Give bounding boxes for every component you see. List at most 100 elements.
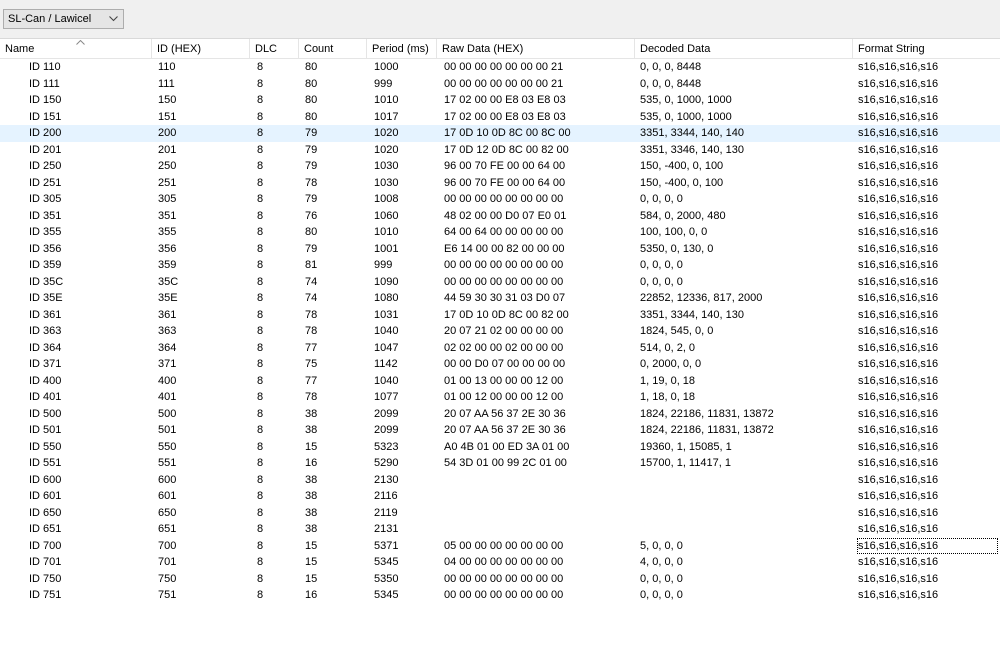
cell-decoded-data: 584, 0, 2000, 480 <box>640 209 726 222</box>
cell-name: ID 351 <box>29 209 62 222</box>
cell-format-string[interactable]: s16,s16,s16,s16 <box>858 59 998 76</box>
column-header-format-string[interactable]: Format String <box>853 39 1000 58</box>
cell-count: 78 <box>305 325 318 337</box>
cell-format-string[interactable]: s16,s16,s16,s16 <box>858 373 998 390</box>
table-row[interactable]: ID 400 400 8 77 1040 01 00 13 00 00 00 12 00 1… <box>0 373 1000 390</box>
can-message-list[interactable]: Name ID (HEX) DLC Count Period (ms) Raw … <box>0 38 1000 652</box>
cell-raw-data: 00 00 00 00 00 00 00 00 <box>444 572 564 585</box>
table-row[interactable]: ID 201 201 8 79 1020 17 0D 12 0D 8C 00 82 00 3… <box>0 142 1000 159</box>
cell-format-string[interactable]: s16,s16,s16,s16 <box>858 109 998 126</box>
table-row[interactable]: ID 150 150 8 80 1010 17 02 00 00 E8 03 E8 03 5… <box>0 92 1000 109</box>
cell-format-string[interactable]: s16,s16,s16,s16 <box>858 587 998 604</box>
column-header-count[interactable]: Count <box>299 39 367 58</box>
cell-period: 1031 <box>374 308 399 321</box>
table-row[interactable]: ID 371 371 8 75 1142 00 00 D0 07 00 00 00 00 0… <box>0 356 1000 373</box>
cell-period: 5350 <box>374 572 399 585</box>
cell-format-string[interactable]: s16,s16,s16,s16 <box>858 142 998 159</box>
cell-format-string[interactable]: s16,s16,s16,s16 <box>858 389 998 406</box>
table-row[interactable]: ID 355 355 8 80 1010 64 00 64 00 00 00 00 00 1… <box>0 224 1000 241</box>
cell-decoded-data <box>640 521 850 538</box>
cell-format-string[interactable]: s16,s16,s16,s16 <box>858 241 998 258</box>
table-row[interactable]: ID 401 401 8 78 1077 01 00 12 00 00 00 12 00 1… <box>0 389 1000 406</box>
table-row[interactable]: ID 35C 35C 8 74 1090 00 00 00 00 00 00 00 00 0… <box>0 274 1000 291</box>
table-row[interactable]: ID 750 750 8 15 5350 00 00 00 00 00 00 00 00 0… <box>0 571 1000 588</box>
table-row[interactable]: ID 363 363 8 78 1040 20 07 21 02 00 00 00 00 1… <box>0 323 1000 340</box>
cell-decoded-data: 1, 18, 0, 18 <box>640 391 696 403</box>
cell-format-string[interactable]: s16,s16,s16,s16 <box>858 76 998 93</box>
table-row[interactable]: ID 701 701 8 15 5345 04 00 00 00 00 00 00 00 4… <box>0 554 1000 571</box>
cell-format-string[interactable]: s16,s16,s16,s16 <box>858 92 998 109</box>
table-row[interactable]: ID 200 200 8 79 1020 17 0D 10 0D 8C 00 8C 00 3… <box>0 125 1000 142</box>
table-row[interactable]: ID 364 364 8 77 1047 02 02 00 00 02 00 00 00 5… <box>0 340 1000 357</box>
cell-format-string[interactable]: s16,s16,s16,s16 <box>858 191 998 208</box>
cell-raw-data <box>444 488 634 505</box>
cell-format-string[interactable]: s16,s16,s16,s16 <box>858 290 998 307</box>
table-row[interactable]: ID 551 551 8 16 5290 54 3D 01 00 99 2C 01 00 1… <box>0 455 1000 472</box>
cell-dlc: 8 <box>257 193 264 205</box>
table-row[interactable]: ID 151 151 8 80 1017 17 02 00 00 E8 03 E8 03 5… <box>0 109 1000 126</box>
cell-count: 16 <box>305 589 318 601</box>
cell-format-string[interactable]: s16,s16,s16,s16 <box>858 224 998 241</box>
table-row[interactable]: ID 651 651 8 38 2131 s16,s16,s16,s16 <box>0 521 1000 538</box>
cell-name: ID 111 <box>29 77 60 90</box>
table-row[interactable]: ID 111 111 8 80 999 00 00 00 00 00 00 00 21 0,… <box>0 76 1000 93</box>
table-row[interactable]: ID 601 601 8 38 2116 s16,s16,s16,s16 <box>0 488 1000 505</box>
cell-decoded-data <box>640 472 850 489</box>
cell-format-string[interactable]: s16,s16,s16,s16 <box>858 439 998 456</box>
cell-format-string[interactable]: s16,s16,s16,s16 <box>858 323 998 340</box>
column-header-period[interactable]: Period (ms) <box>367 39 437 58</box>
table-row[interactable]: ID 501 501 8 38 2099 20 07 AA 56 37 2E 30 36 1… <box>0 422 1000 439</box>
table-row[interactable]: ID 751 751 8 16 5345 00 00 00 00 00 00 00 00 0… <box>0 587 1000 604</box>
cell-format-string[interactable]: s16,s16,s16,s16 <box>858 488 998 505</box>
cell-format-string[interactable]: s16,s16,s16,s16 <box>858 175 998 192</box>
column-header-raw-data[interactable]: Raw Data (HEX) <box>437 39 635 58</box>
cell-dlc: 8 <box>257 176 264 189</box>
cell-format-string[interactable]: s16,s16,s16,s16 <box>858 505 998 522</box>
cell-format-string[interactable]: s16,s16,s16,s16 <box>858 571 998 588</box>
cell-format-string[interactable]: s16,s16,s16,s16 <box>858 340 998 357</box>
cell-format-string[interactable]: s16,s16,s16,s16 <box>858 208 998 225</box>
table-row[interactable]: ID 550 550 8 15 5323 A0 4B 01 00 ED 3A 01 00 1… <box>0 439 1000 456</box>
table-row[interactable]: ID 600 600 8 38 2130 s16,s16,s16,s16 <box>0 472 1000 489</box>
cell-raw-data: 05 00 00 00 00 00 00 00 <box>444 539 564 552</box>
table-row[interactable]: ID 500 500 8 38 2099 20 07 AA 56 37 2E 30 36 1… <box>0 406 1000 423</box>
cell-name: ID 550 <box>29 440 62 453</box>
cell-format-string[interactable]: s16,s16,s16,s16 <box>858 307 998 324</box>
table-row[interactable]: ID 359 359 8 81 999 00 00 00 00 00 00 00 00 0,… <box>0 257 1000 274</box>
table-row[interactable]: ID 35E 35E 8 74 1080 44 59 30 30 31 03 D0 07 2… <box>0 290 1000 307</box>
cell-format-string[interactable]: s16,s16,s16,s16 <box>858 274 998 291</box>
column-header-id[interactable]: ID (HEX) <box>152 39 250 58</box>
cell-format-string[interactable]: s16,s16,s16,s16 <box>858 158 998 175</box>
table-row[interactable]: ID 110 110 8 80 1000 00 00 00 00 00 00 00 21 0… <box>0 59 1000 76</box>
column-header-dlc[interactable]: DLC <box>250 39 299 58</box>
table-row[interactable]: ID 305 305 8 79 1008 00 00 00 00 00 00 00 00 0… <box>0 191 1000 208</box>
cell-count: 38 <box>305 473 318 486</box>
cell-format-string[interactable]: s16,s16,s16,s16 <box>858 455 998 472</box>
column-header-name[interactable]: Name <box>0 39 152 58</box>
cell-format-string[interactable]: s16,s16,s16,s16 <box>858 356 998 373</box>
table-row[interactable]: ID 361 361 8 78 1031 17 0D 10 0D 8C 00 82 00 3… <box>0 307 1000 324</box>
cell-format-string[interactable]: s16,s16,s16,s16 <box>858 472 998 489</box>
cell-format-string[interactable]: s16,s16,s16,s16 <box>857 537 998 554</box>
adapter-select[interactable]: SL-Can / Lawicel <box>3 9 124 29</box>
cell-id: 251 <box>158 176 177 189</box>
cell-format-string[interactable]: s16,s16,s16,s16 <box>858 406 998 423</box>
table-row[interactable]: ID 650 650 8 38 2119 s16,s16,s16,s16 <box>0 505 1000 522</box>
cell-format-string[interactable]: s16,s16,s16,s16 <box>858 125 998 142</box>
cell-format-string[interactable]: s16,s16,s16,s16 <box>858 554 998 571</box>
cell-format-string[interactable]: s16,s16,s16,s16 <box>858 521 998 538</box>
table-row[interactable]: ID 251 251 8 78 1030 96 00 70 FE 00 00 64 00 1… <box>0 175 1000 192</box>
cell-period: 1010 <box>374 94 399 106</box>
column-header-decoded-data[interactable]: Decoded Data <box>635 39 853 58</box>
cell-period: 1040 <box>374 374 399 387</box>
cell-format-string[interactable]: s16,s16,s16,s16 <box>858 422 998 439</box>
cell-period: 1008 <box>374 193 399 205</box>
cell-period: 1090 <box>374 275 399 288</box>
cell-name: ID 305 <box>29 193 62 205</box>
cell-format-string[interactable]: s16,s16,s16,s16 <box>858 257 998 274</box>
table-row[interactable]: ID 250 250 8 79 1030 96 00 70 FE 00 00 64 00 1… <box>0 158 1000 175</box>
table-row[interactable]: ID 351 351 8 76 1060 48 02 00 00 D0 07 E0 01 5… <box>0 208 1000 225</box>
table-row[interactable]: ID 700 700 8 15 5371 05 00 00 00 00 00 00 00 5… <box>0 537 1000 554</box>
table-row[interactable]: ID 356 356 8 79 1001 E6 14 00 00 82 00 00 00 5… <box>0 241 1000 258</box>
cell-dlc: 8 <box>257 523 264 535</box>
